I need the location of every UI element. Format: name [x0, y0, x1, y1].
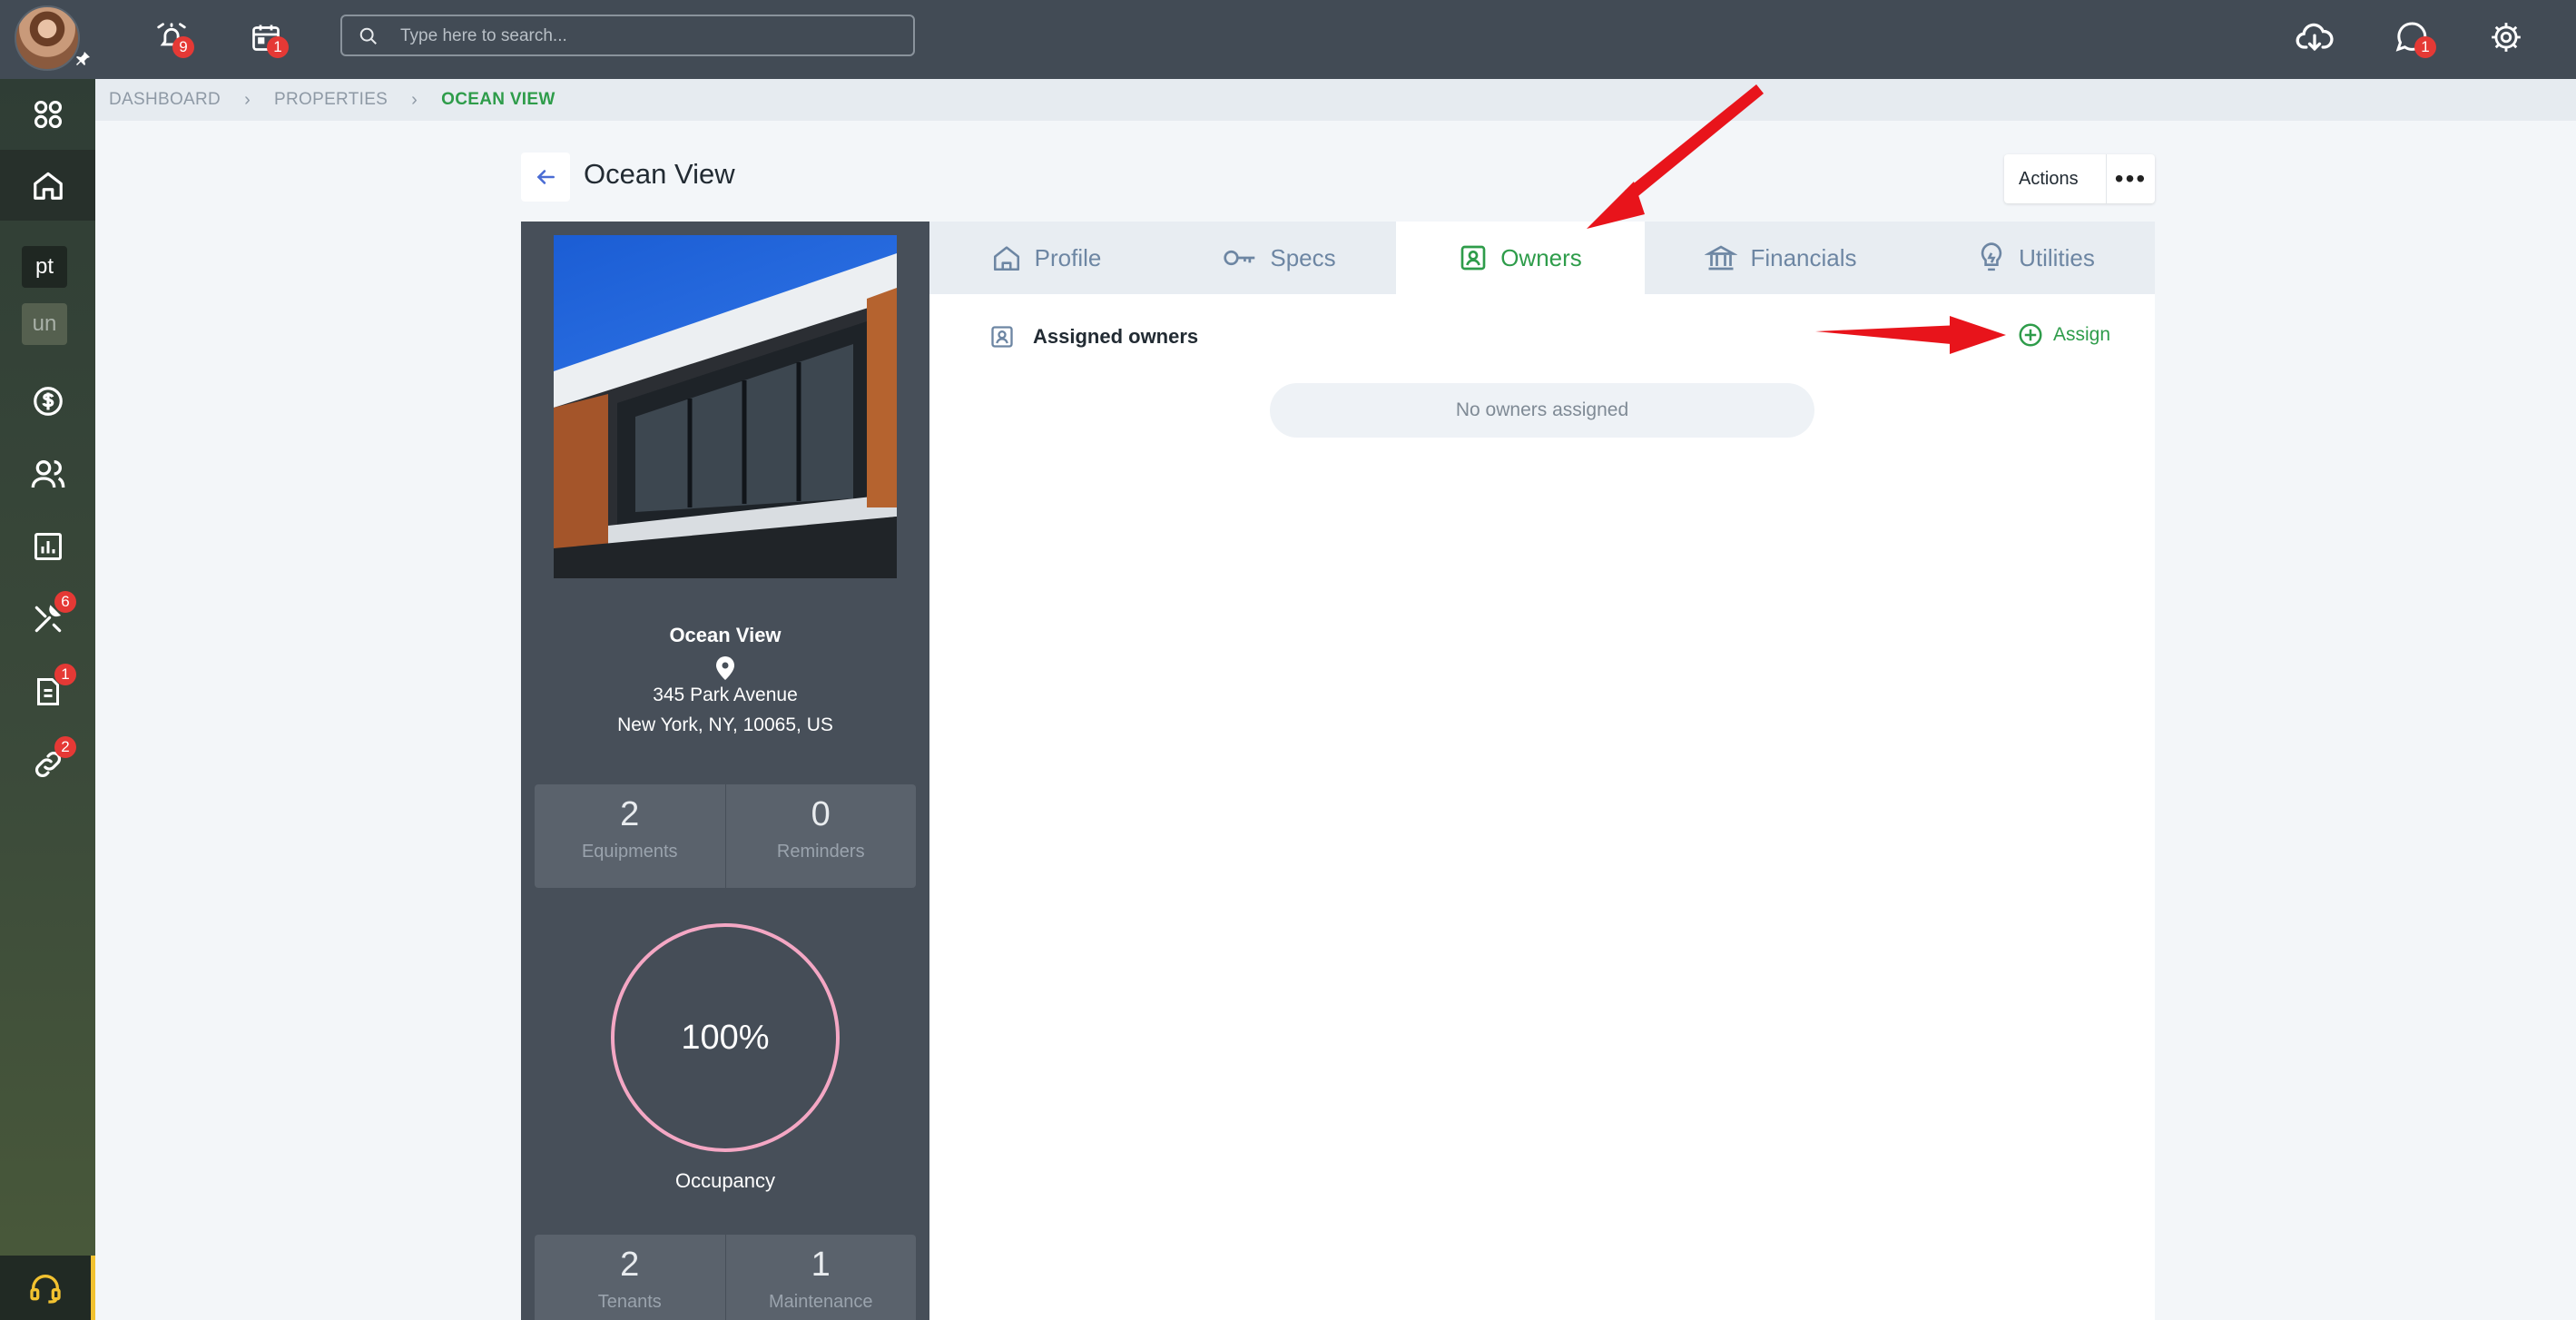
equipment-reminder-stats: 2 Equipments 0 Reminders — [535, 784, 916, 888]
main-content: Profile Specs Owners Financials Utilitie… — [929, 222, 2155, 1320]
tenants-label: Tenants — [597, 1292, 662, 1312]
no-owners-message: No owners assigned — [1270, 383, 1814, 438]
maintenance-badge: 6 — [54, 591, 76, 613]
occupancy-ring: 100% — [609, 921, 841, 1154]
house-icon — [993, 246, 1019, 271]
alarm-badge: 9 — [172, 36, 194, 58]
tab-bar: Profile Specs Owners Financials Utilitie… — [929, 222, 2155, 294]
documents-badge: 1 — [54, 664, 76, 685]
plus-circle-icon — [2019, 323, 2042, 347]
actions-button[interactable]: Actions — [2004, 169, 2106, 190]
breadcrumb-dashboard[interactable]: DASHBOARD — [109, 90, 221, 110]
sidebar-item-accounting[interactable] — [0, 366, 95, 437]
tenants-count: 2 — [620, 1246, 640, 1284]
tenant-maintenance-stats: 2 Tenants 1 Maintenance — [535, 1235, 916, 1320]
user-avatar[interactable] — [15, 5, 80, 71]
apps-grid-icon — [34, 100, 62, 129]
cloud-download-icon — [2296, 23, 2334, 52]
sidebar-chip-pt[interactable]: pt — [22, 246, 67, 288]
address-line1: 345 Park Avenue — [653, 685, 798, 705]
bank-icon — [1705, 245, 1738, 271]
tab-utilities-label: Utilities — [2019, 243, 2095, 271]
equipments-stat[interactable]: 2 Equipments — [535, 784, 725, 888]
search-input[interactable] — [400, 24, 890, 49]
sidebar-item-maintenance[interactable]: 6 — [0, 584, 95, 655]
messages-button[interactable]: 1 — [2391, 16, 2436, 58]
sidebar-item-contacts[interactable] — [0, 438, 95, 509]
support-button[interactable] — [0, 1256, 95, 1320]
address-line2: New York, NY, 10065, US — [617, 714, 833, 735]
sidebar-item-documents[interactable]: 1 — [0, 656, 95, 727]
users-icon — [31, 460, 64, 488]
occupancy-value: 100% — [681, 1018, 770, 1057]
tab-financials-label: Financials — [1750, 243, 1857, 271]
calendar-badge: 1 — [267, 36, 289, 58]
property-name: Ocean View — [669, 624, 782, 646]
search-icon — [359, 27, 377, 44]
arrow-left-icon — [536, 170, 555, 184]
tab-financials[interactable]: Financials — [1645, 222, 1917, 294]
assigned-owners-header: Assigned owners — [989, 324, 1198, 350]
breadcrumb-properties[interactable]: PROPERTIES — [274, 90, 388, 110]
maintenance-count: 1 — [811, 1246, 831, 1284]
tab-profile[interactable]: Profile — [929, 222, 1163, 294]
lightbulb-icon — [1981, 242, 2002, 271]
sidebar-chip-un[interactable]: un — [22, 303, 67, 345]
dollar-circle-icon — [33, 387, 63, 416]
back-button[interactable] — [521, 153, 570, 202]
settings-button[interactable] — [2485, 16, 2527, 58]
calendar-button[interactable]: 1 — [245, 16, 289, 58]
key-icon — [1224, 250, 1255, 266]
bar-chart-icon — [34, 533, 62, 560]
tab-owners[interactable]: Owners — [1396, 222, 1645, 294]
pin-icon — [76, 52, 90, 65]
property-photo — [554, 235, 897, 578]
reminders-label: Reminders — [776, 842, 865, 862]
links-badge: 2 — [54, 736, 76, 758]
occupancy-label: Occupancy — [674, 1169, 776, 1192]
assign-button[interactable]: Assign — [2017, 321, 2110, 349]
actions-menu[interactable]: Actions ••• — [2004, 154, 2155, 203]
assign-label: Assign — [2053, 324, 2111, 345]
download-button[interactable] — [2294, 16, 2335, 58]
headset-icon — [30, 1274, 61, 1304]
chevron-right-icon: › — [411, 89, 418, 110]
owner-badge-icon — [991, 326, 1013, 348]
top-bar: 9 1 1 — [0, 0, 2576, 79]
sidebar-item-apps[interactable] — [0, 79, 95, 150]
tab-specs[interactable]: Specs — [1163, 222, 1396, 294]
gear-icon — [2492, 23, 2521, 52]
assigned-owners-title: Assigned owners — [1033, 325, 1199, 348]
home-icon — [33, 172, 63, 200]
sidebar-item-reports[interactable] — [0, 511, 95, 582]
equipments-label: Equipments — [581, 842, 678, 862]
tab-profile-label: Profile — [1034, 243, 1102, 271]
tab-utilities[interactable]: Utilities — [1917, 222, 2155, 294]
breadcrumb-current: OCEAN VIEW — [441, 90, 556, 109]
owner-badge-icon — [1460, 245, 1486, 271]
tab-owners-label: Owners — [1500, 243, 1582, 271]
tab-specs-label: Specs — [1270, 243, 1336, 271]
sidebar: pt un 6 1 2 — [0, 79, 95, 1320]
property-summary-panel: Ocean View 345 Park Avenue New York, NY,… — [521, 222, 929, 1320]
messages-badge: 1 — [2414, 36, 2436, 58]
sidebar-item-properties[interactable] — [0, 150, 95, 221]
alarm-reminders-button[interactable]: 9 — [151, 16, 194, 58]
search-box[interactable] — [340, 15, 915, 56]
maintenance-stat[interactable]: 1 Maintenance — [724, 1235, 917, 1320]
chevron-right-icon: › — [244, 89, 251, 110]
reminders-count: 0 — [811, 795, 831, 833]
maintenance-label: Maintenance — [768, 1292, 873, 1312]
breadcrumb: DASHBOARD › PROPERTIES › OCEAN VIEW — [95, 79, 2576, 121]
more-options-button[interactable]: ••• — [2106, 154, 2155, 203]
location-pin-icon — [716, 656, 734, 680]
sidebar-item-links[interactable]: 2 — [0, 729, 95, 800]
equipments-count: 2 — [620, 795, 640, 833]
tenants-stat[interactable]: 2 Tenants — [535, 1235, 725, 1320]
page-title: Ocean View — [584, 158, 735, 190]
reminders-stat[interactable]: 0 Reminders — [724, 784, 917, 888]
